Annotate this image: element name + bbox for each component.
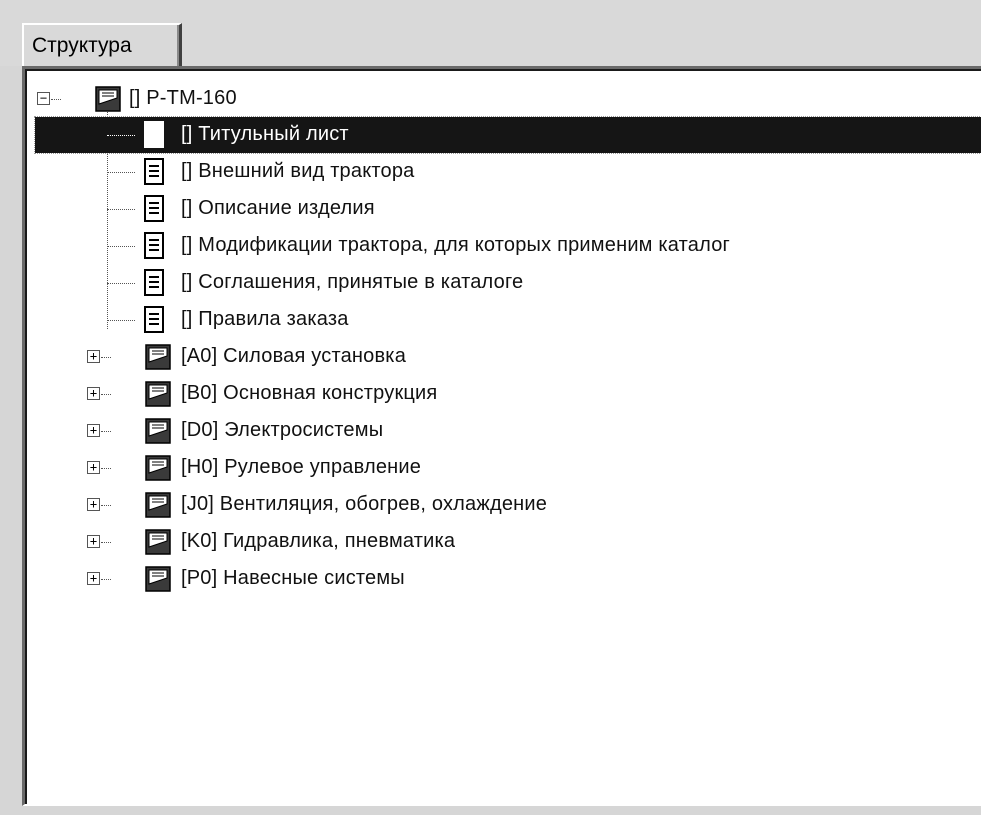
tree-node-label: [] Описание изделия: [181, 197, 375, 219]
tree-connector-line: [107, 209, 135, 210]
tree-connector-line: [101, 579, 111, 580]
document-icon: [144, 158, 164, 185]
tree-connector-line: [101, 357, 111, 358]
expand-toggle[interactable]: +: [87, 461, 100, 474]
tree-connector-line: [107, 246, 135, 247]
tree-node-label: [A0] Силовая установка: [181, 345, 407, 367]
folder-book-icon: [145, 418, 171, 444]
structure-window: Структура − [] P-TM-160 [] Титульный лис…: [0, 0, 981, 815]
tree-node-label: [] P-TM-160: [129, 87, 237, 109]
tree-node-label: [J0] Вентиляция, обогрев, охлаждение: [181, 493, 548, 515]
tree-node[interactable]: [] Правила заказа: [27, 302, 981, 338]
tree-node[interactable]: [] Внешний вид трактора: [27, 154, 981, 190]
folder-book-icon: [145, 529, 171, 555]
tree-node-label: [K0] Гидравлика, пневматика: [181, 530, 456, 552]
folder-book-icon: [95, 86, 121, 112]
tree-view[interactable]: − [] P-TM-160 [] Титульный лист [] Внешн…: [25, 69, 981, 804]
tree-node[interactable]: + [P0] Навесные системы: [27, 561, 981, 597]
tree-node[interactable]: + [H0] Рулевое управление: [27, 450, 981, 486]
tree-node[interactable]: + [A0] Силовая установка: [27, 339, 981, 375]
tree-node-label: [] Внешний вид трактора: [181, 160, 415, 182]
expand-toggle[interactable]: +: [87, 535, 100, 548]
folder-book-icon: [145, 455, 171, 481]
tree-node-label: [] Правила заказа: [181, 308, 349, 330]
tree-connector-line: [101, 542, 111, 543]
tree-node-label: [H0] Рулевое управление: [181, 456, 422, 478]
tree-connector-line: [101, 394, 111, 395]
tree-connector-line: [107, 283, 135, 284]
tab-structure-label: Структура: [32, 34, 132, 57]
tree-node[interactable]: [] Соглашения, принятые в каталоге: [27, 265, 981, 301]
collapse-toggle[interactable]: −: [37, 92, 50, 105]
tree-panel[interactable]: − [] P-TM-160 [] Титульный лист [] Внешн…: [22, 66, 981, 806]
tree-node[interactable]: + [B0] Основная конструкция: [27, 376, 981, 412]
tree-node[interactable]: [] Описание изделия: [27, 191, 981, 227]
expand-toggle[interactable]: +: [87, 424, 100, 437]
tree-node[interactable]: [] Титульный лист: [27, 116, 981, 154]
expand-toggle[interactable]: +: [87, 572, 100, 585]
document-icon: [144, 232, 164, 259]
expand-toggle[interactable]: +: [87, 350, 100, 363]
tree-connector-line: [101, 505, 111, 506]
folder-book-icon: [145, 381, 171, 407]
tree-connector-line: [107, 172, 135, 173]
tab-strip: Структура: [0, 0, 981, 66]
expand-toggle[interactable]: +: [87, 498, 100, 511]
tree-connector-line: [107, 320, 135, 321]
folder-book-icon: [145, 566, 171, 592]
tab-structure[interactable]: Структура: [22, 23, 182, 66]
tree-connector-line: [101, 431, 111, 432]
tree-connector-line: [107, 135, 135, 136]
tree-connector-line: [51, 99, 61, 100]
tree-node[interactable]: + [D0] Электросистемы: [27, 413, 981, 449]
tree-node-label: [P0] Навесные системы: [181, 567, 405, 589]
document-icon: [144, 269, 164, 296]
tree-node[interactable]: [] Модификации трактора, для которых при…: [27, 228, 981, 264]
document-icon: [144, 195, 164, 222]
tree-node-label: [D0] Электросистемы: [181, 419, 384, 441]
document-icon: [144, 306, 164, 333]
tree-connector-line: [101, 468, 111, 469]
selection-highlight: [34, 116, 981, 154]
folder-book-icon: [145, 492, 171, 518]
tree-node-label: [] Модификации трактора, для которых при…: [181, 234, 731, 256]
document-icon: [144, 121, 164, 148]
tree-node-label: [] Соглашения, принятые в каталоге: [181, 271, 524, 293]
expand-toggle[interactable]: +: [87, 387, 100, 400]
tree-node-label: [B0] Основная конструкция: [181, 382, 438, 404]
tree-node[interactable]: + [K0] Гидравлика, пневматика: [27, 524, 981, 560]
tree-node[interactable]: + [J0] Вентиляция, обогрев, охлаждение: [27, 487, 981, 523]
tree-node-label: [] Титульный лист: [181, 123, 349, 145]
tree-node-root[interactable]: − [] P-TM-160: [27, 81, 981, 117]
folder-book-icon: [145, 344, 171, 370]
